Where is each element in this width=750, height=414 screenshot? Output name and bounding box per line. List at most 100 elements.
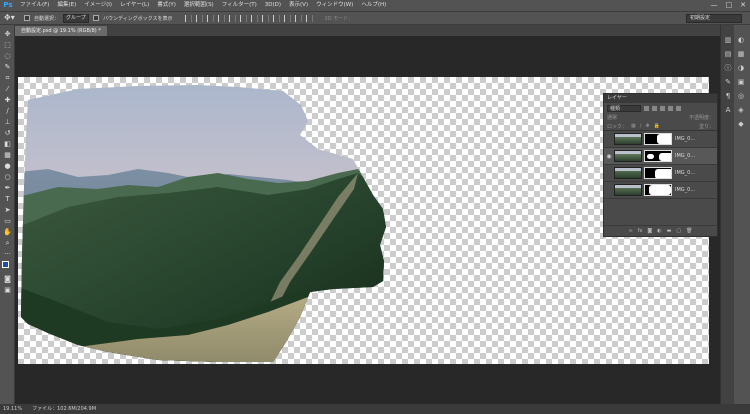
layer-thumbnail[interactable]: [614, 167, 642, 179]
swatches-icon[interactable]: ▦: [734, 47, 748, 61]
menu-item[interactable]: 書式(Y): [153, 0, 180, 11]
layer-thumbnail[interactable]: [614, 184, 642, 196]
trash-icon[interactable]: 🗑: [686, 228, 692, 234]
menu-item[interactable]: ウィンドウ(W): [312, 0, 357, 11]
mask-icon[interactable]: ◙: [647, 228, 652, 234]
dodge-tool-icon[interactable]: ○: [0, 172, 15, 183]
layer-mask-thumbnail[interactable]: [644, 150, 672, 162]
adjustments-icon[interactable]: ◑: [734, 61, 748, 75]
new-layer-icon[interactable]: ▢: [676, 228, 681, 234]
menu-item[interactable]: ヘルプ(H): [357, 0, 390, 11]
distribute-top-icon[interactable]: [250, 14, 258, 22]
menu-item[interactable]: ファイル(F): [16, 0, 53, 11]
zoom-level[interactable]: 19.11%: [3, 404, 22, 414]
blend-mode-dropdown[interactable]: 通常: [607, 114, 617, 121]
auto-select-checkbox[interactable]: [24, 15, 30, 21]
layer-thumbnail[interactable]: [614, 133, 642, 145]
clone-stamp-icon[interactable]: ⊥: [0, 117, 15, 128]
foreground-color[interactable]: [2, 261, 9, 268]
menu-item[interactable]: 表示(V): [285, 0, 312, 11]
bounding-box-checkbox[interactable]: [93, 15, 100, 21]
kind-filter-dropdown[interactable]: 種類: [607, 104, 641, 112]
paths-icon[interactable]: ◈: [734, 103, 748, 117]
shape-tool-icon[interactable]: ▭: [0, 216, 15, 227]
menu-item[interactable]: レイヤー(L): [116, 0, 153, 11]
align-right-icon[interactable]: [239, 14, 247, 22]
color-swatches[interactable]: [0, 260, 15, 274]
zoom-tool-icon[interactable]: ⌕: [0, 238, 15, 249]
layer-thumbnail[interactable]: [614, 150, 642, 162]
distribute-left-icon[interactable]: [283, 14, 291, 22]
layer-row[interactable]: ◉ IMG_0...: [604, 148, 717, 165]
quick-mask-icon[interactable]: ◙: [0, 274, 15, 285]
menu-item[interactable]: 編集(E): [53, 0, 80, 11]
path-select-icon[interactable]: ➤: [0, 205, 15, 216]
menu-item[interactable]: フィルター(T): [218, 0, 261, 11]
visibility-eye-icon[interactable]: ◉: [604, 153, 614, 160]
workspace-dropdown[interactable]: 初期設定: [686, 14, 742, 23]
filter-smart-icon[interactable]: [676, 105, 681, 111]
distribute-right-icon[interactable]: [305, 14, 313, 22]
layer-row[interactable]: IMG_0...: [604, 165, 717, 182]
align-top-icon[interactable]: [184, 14, 192, 22]
layer-row[interactable]: IMG_0...: [604, 131, 717, 148]
align-vcenter-icon[interactable]: [195, 14, 203, 22]
lock-all-icon[interactable]: 🔒: [654, 123, 660, 129]
quick-select-tool-icon[interactable]: ✎: [0, 62, 15, 73]
layers-panel-title[interactable]: レイヤー: [604, 94, 717, 103]
lock-paint-icon[interactable]: ∕: [640, 123, 642, 129]
gradient-tool-icon[interactable]: ▦: [0, 150, 15, 161]
fx-icon[interactable]: fx: [638, 228, 643, 234]
crop-tool-icon[interactable]: ⌗: [0, 73, 15, 84]
close-button[interactable]: ✕: [740, 1, 746, 9]
color-panel-icon[interactable]: ◐: [734, 33, 748, 47]
document-tab[interactable]: 自動設定.psd @ 19.1% (RGB/8) *: [15, 26, 107, 36]
eyedropper-tool-icon[interactable]: ⁄: [0, 84, 15, 95]
history-brush-icon[interactable]: ↺: [0, 128, 15, 139]
eraser-tool-icon[interactable]: ◧: [0, 139, 15, 150]
pen-tool-icon[interactable]: ✒: [0, 183, 15, 194]
properties-icon[interactable]: ▤: [721, 47, 735, 61]
lock-move-icon[interactable]: ✥: [645, 123, 649, 129]
info-icon[interactable]: ⓘ: [721, 61, 735, 75]
hand-tool-icon[interactable]: ✋: [0, 227, 15, 238]
layer-mask-thumbnail[interactable]: [644, 167, 672, 179]
lasso-tool-icon[interactable]: ◌: [0, 51, 15, 62]
align-hcenter-icon[interactable]: [228, 14, 236, 22]
more-tools-icon[interactable]: ···: [0, 249, 15, 260]
healing-brush-icon[interactable]: ✚: [0, 95, 15, 106]
menu-item[interactable]: 3D(D): [261, 0, 285, 11]
fill-label[interactable]: 塗り：: [699, 123, 714, 130]
move-tool-icon[interactable]: ✥: [0, 29, 15, 40]
type-tool-icon[interactable]: T: [0, 194, 15, 205]
lock-pixels-icon[interactable]: ▦: [631, 123, 636, 129]
filter-adjust-icon[interactable]: [652, 105, 657, 111]
align-left-icon[interactable]: [217, 14, 225, 22]
character-icon[interactable]: A: [721, 103, 735, 117]
distribute-bottom-icon[interactable]: [272, 14, 280, 22]
menu-item[interactable]: イメージ(I): [80, 0, 116, 11]
minimize-button[interactable]: —: [711, 1, 718, 9]
history-icon[interactable]: ▥: [721, 33, 735, 47]
filter-shape-icon[interactable]: [668, 105, 673, 111]
screen-mode-icon[interactable]: ▣: [0, 285, 15, 296]
filter-type-icon[interactable]: [660, 105, 665, 111]
styles-icon[interactable]: ▣: [734, 75, 748, 89]
marquee-tool-icon[interactable]: ⬚: [0, 40, 15, 51]
layer-name[interactable]: IMG_0...: [675, 187, 695, 193]
blur-tool-icon[interactable]: ●: [0, 161, 15, 172]
layer-mask-thumbnail[interactable]: [644, 133, 672, 145]
auto-select-dropdown[interactable]: グループ: [63, 13, 90, 23]
maximize-button[interactable]: □: [726, 1, 733, 9]
opacity-label[interactable]: 不透明度：: [689, 114, 714, 121]
move-tool-preset-icon[interactable]: ✥▾: [4, 13, 20, 23]
filter-pixel-icon[interactable]: [644, 105, 649, 111]
layer-name[interactable]: IMG_0...: [675, 153, 695, 159]
layer-name[interactable]: IMG_0...: [675, 170, 695, 176]
channels-icon[interactable]: ◎: [734, 89, 748, 103]
link-icon[interactable]: ∞: [629, 228, 633, 234]
adjust-icon[interactable]: ◐: [657, 228, 661, 234]
folder-icon[interactable]: ▬: [667, 228, 672, 234]
distribute-hcenter-icon[interactable]: [294, 14, 302, 22]
layer-mask-thumbnail[interactable]: [644, 184, 672, 196]
